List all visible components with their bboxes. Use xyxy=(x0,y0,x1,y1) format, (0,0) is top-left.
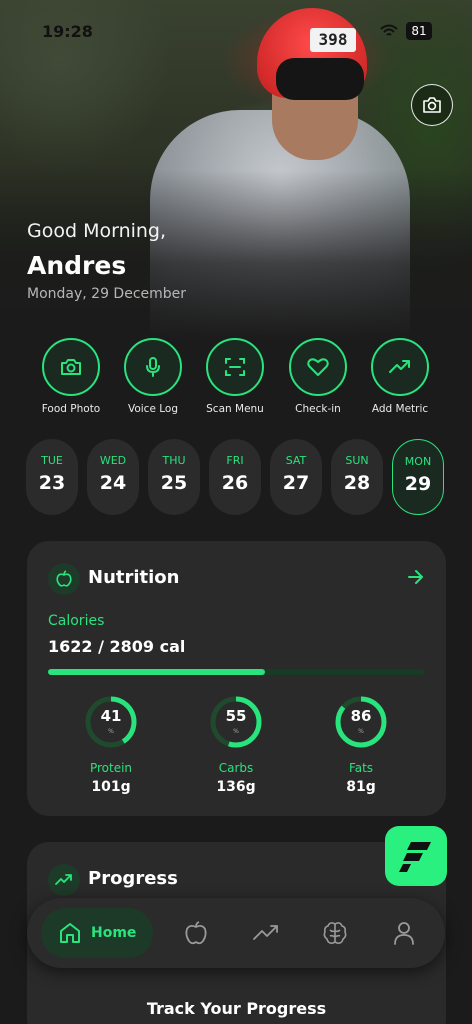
action-label: Check-in xyxy=(295,403,341,415)
status-bar: 19:28 81 xyxy=(0,22,472,44)
arrow-right-icon xyxy=(408,570,423,584)
action-label: Voice Log xyxy=(127,403,179,415)
microphone-icon xyxy=(146,357,160,377)
nav-mind[interactable] xyxy=(322,920,348,950)
change-cover-photo-button[interactable] xyxy=(411,84,453,126)
action-label: Scan Menu xyxy=(206,403,264,415)
status-time: 19:28 xyxy=(42,22,93,41)
user-icon xyxy=(394,922,414,945)
athlete-goggles xyxy=(276,58,364,100)
greeting-text: Good Morning, xyxy=(27,220,167,242)
macro-protein: 41 % Protein 101g xyxy=(56,695,166,795)
check-in-button[interactable]: Check-in xyxy=(277,338,359,415)
home-icon xyxy=(60,923,80,943)
trending-up-icon xyxy=(389,360,410,373)
trending-up-icon xyxy=(253,925,278,940)
camera-icon xyxy=(61,359,81,375)
day-pill[interactable]: FRI 26 xyxy=(209,439,261,515)
track-progress-heading: Track Your Progress xyxy=(146,999,327,1018)
voice-log-button[interactable]: Voice Log xyxy=(112,338,194,415)
calories-progress-bar xyxy=(48,669,424,675)
bottom-navigation: Home xyxy=(27,898,445,968)
macro-ring: 55 % xyxy=(209,695,263,749)
day-pill[interactable]: THU 25 xyxy=(148,439,200,515)
action-label: Add Metric xyxy=(371,403,429,415)
apple-icon xyxy=(185,921,207,945)
progress-title: Progress xyxy=(88,868,178,889)
scan-menu-button[interactable]: Scan Menu xyxy=(194,338,276,415)
food-photo-button[interactable]: Food Photo xyxy=(30,338,112,415)
macro-fats: 86 % Fats 81g xyxy=(306,695,416,795)
brand-logo-button[interactable] xyxy=(385,826,447,886)
camera-icon xyxy=(423,97,441,113)
action-label: Food Photo xyxy=(41,403,101,415)
day-pill[interactable]: SUN 28 xyxy=(331,439,383,515)
nutrition-card[interactable]: Nutrition Calories 1622 / 2809 cal 41 % … xyxy=(27,541,446,816)
day-pill-selected[interactable]: MON 29 xyxy=(392,439,444,515)
nav-progress[interactable] xyxy=(252,920,280,950)
scan-icon xyxy=(225,358,245,376)
open-nutrition-button[interactable] xyxy=(408,569,424,588)
heart-icon xyxy=(307,358,329,376)
nav-profile[interactable] xyxy=(392,920,416,950)
macro-ring: 41 % xyxy=(84,695,138,749)
macro-ring: 86 % xyxy=(334,695,388,749)
macro-carbs: 55 % Carbs 136g xyxy=(181,695,291,795)
wifi-icon xyxy=(380,24,398,42)
nutrition-title: Nutrition xyxy=(88,567,180,588)
day-pill[interactable]: TUE 23 xyxy=(26,439,78,515)
brand-logo-icon xyxy=(399,842,431,872)
brain-icon xyxy=(323,922,347,944)
trending-up-icon xyxy=(48,864,80,896)
day-pill[interactable]: SAT 27 xyxy=(270,439,322,515)
nav-nutrition[interactable] xyxy=(183,920,209,950)
calories-progress-fill xyxy=(48,669,265,675)
nav-home[interactable]: Home xyxy=(41,908,153,958)
calories-value: 1622 / 2809 cal xyxy=(48,637,186,656)
apple-icon xyxy=(48,563,80,595)
battery-indicator: 81 xyxy=(406,22,432,40)
nav-home-label: Home xyxy=(91,925,137,941)
add-metric-button[interactable]: Add Metric xyxy=(359,338,441,415)
day-pill[interactable]: WED 24 xyxy=(87,439,139,515)
user-name: Andres xyxy=(27,251,127,280)
current-date: Monday, 29 December xyxy=(27,286,187,302)
calories-label: Calories xyxy=(48,613,105,629)
